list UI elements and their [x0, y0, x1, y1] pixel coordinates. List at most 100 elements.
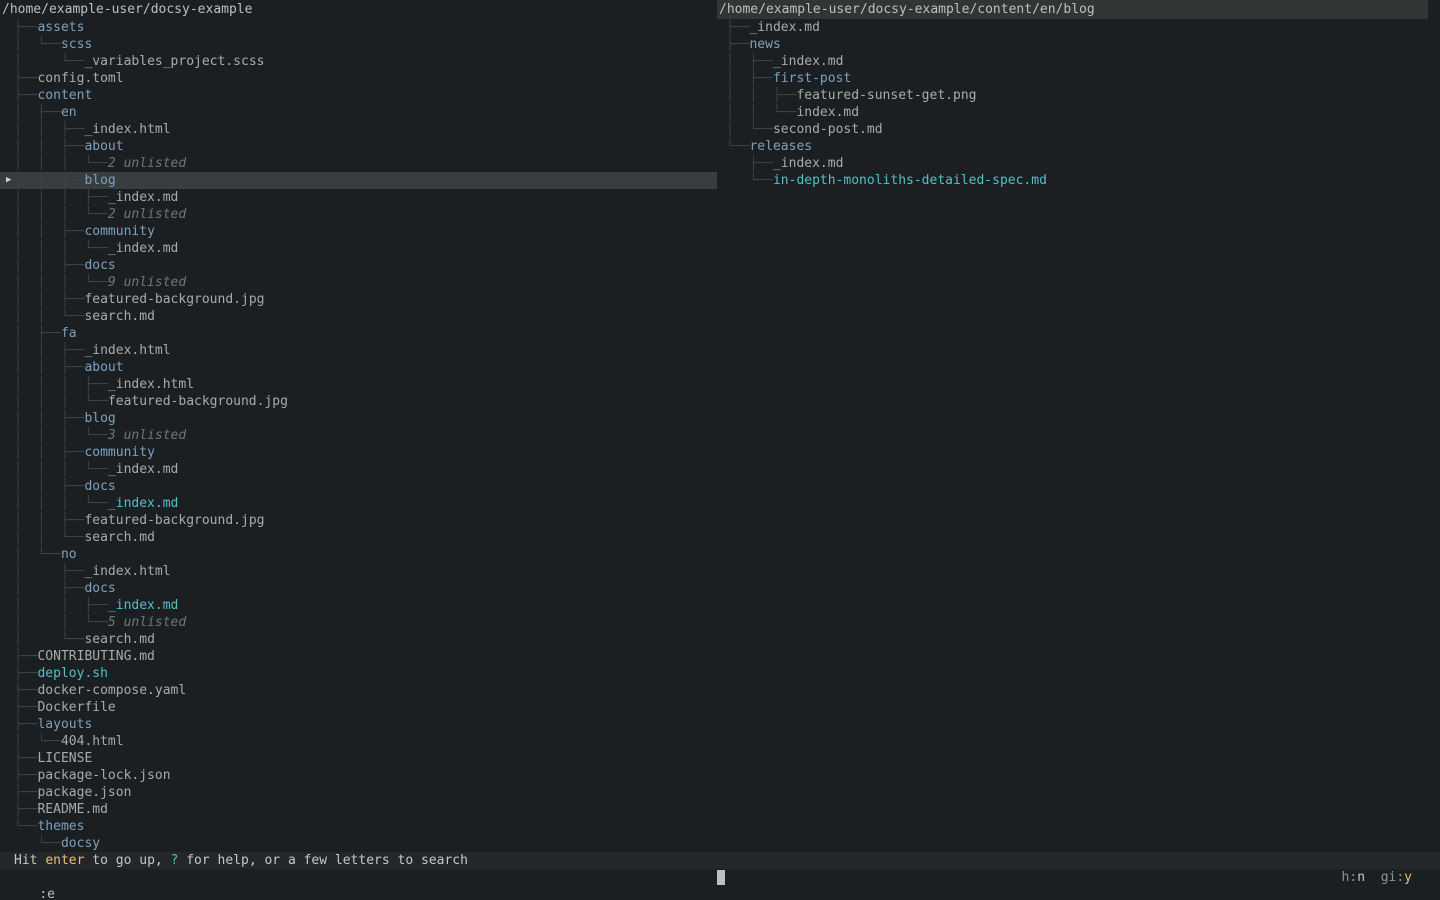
- tree-item-file[interactable]: │ └──search.md: [0, 631, 717, 648]
- tree-item-file[interactable]: │ └──_variables_project.scss: [0, 53, 717, 70]
- tree-item-directory[interactable]: │ │ ├──community: [0, 223, 717, 240]
- tree-branch-lines: ├──: [14, 649, 37, 664]
- command-input[interactable]: :e: [39, 887, 55, 900]
- tree-item-directory[interactable]: │ ├──en: [0, 104, 717, 121]
- tree-item-file[interactable]: │ ├──_index.md: [717, 53, 1440, 70]
- tree-branch-lines: │ │ ├──: [14, 343, 84, 358]
- entry-name: _index.md: [749, 20, 819, 35]
- tree-item-file[interactable]: ├──CONTRIBUTING.md: [0, 648, 717, 665]
- tree-item-directory[interactable]: │ ├──first-post: [717, 70, 1440, 87]
- tree-item-file[interactable]: │ │ │ └──_index.md: [0, 240, 717, 257]
- tree-item-file[interactable]: │ │ │ ├──_index.md: [0, 189, 717, 206]
- tree-item-directory[interactable]: │ │ ├──docs: [0, 478, 717, 495]
- tree-branch-lines: ├──: [14, 88, 37, 103]
- tree-item-directory[interactable]: │ │ ├──about: [0, 359, 717, 376]
- tree-item-file[interactable]: │ │ ├──featured-background.jpg: [0, 512, 717, 529]
- tree-item-directory[interactable]: │ │ ├──about: [0, 138, 717, 155]
- tree-item-file[interactable]: │ │ └──search.md: [0, 529, 717, 546]
- tree-item-file[interactable]: ├──README.md: [0, 801, 717, 818]
- tree-item-directory[interactable]: └──releases: [717, 138, 1440, 155]
- tree-item-file[interactable]: ├──package-lock.json: [0, 767, 717, 784]
- tree-item-file[interactable]: │ │ ├──featured-sunset-get.png: [717, 87, 1440, 104]
- entry-name: _index.md: [108, 190, 178, 205]
- tree-branch-lines: │ │ │ └──: [14, 156, 108, 171]
- tree-item-directory[interactable]: │ │ ├──community: [0, 444, 717, 461]
- tree-item-directory[interactable]: │ ├──docs: [0, 580, 717, 597]
- left-panel: /home/example-user/docsy-example ├──asse…: [0, 0, 717, 852]
- tree-item-directory[interactable]: │ │ ├──docs: [0, 257, 717, 274]
- entry-name: about: [84, 139, 123, 154]
- tree-branch-lines: ├──: [14, 683, 37, 698]
- tree-branch-lines: ├──: [726, 20, 749, 35]
- entry-name: _index.md: [108, 598, 178, 613]
- tree-branch-lines: │ └──: [14, 54, 84, 69]
- tree-item-file[interactable]: │ ├──_index.html: [0, 563, 717, 580]
- entry-name: _index.md: [108, 462, 178, 477]
- toggle-label-h: h:: [1342, 870, 1358, 885]
- tree-item-file[interactable]: ├──LICENSE: [0, 750, 717, 767]
- tree-item-file[interactable]: │ │ ├──featured-background.jpg: [0, 291, 717, 308]
- tree-item-directory[interactable]: ├──content: [0, 87, 717, 104]
- tree-item-file[interactable]: │ │ │ └──_index.md: [0, 495, 717, 512]
- tree-item-file[interactable]: │ │ │ └──_index.md: [0, 461, 717, 478]
- entry-name: themes: [37, 819, 84, 834]
- entry-name: about: [84, 360, 123, 375]
- tree-item-file[interactable]: │ │ ├──_index.md: [0, 597, 717, 614]
- tree-branch-lines: ├──: [726, 156, 773, 171]
- entry-name: first-post: [773, 71, 851, 86]
- tree-item-file[interactable]: ├──package.json: [0, 784, 717, 801]
- entry-name: CONTRIBUTING.md: [37, 649, 154, 664]
- tree-item-directory[interactable]: │ ├──fa: [0, 325, 717, 342]
- entry-name: scss: [61, 37, 92, 52]
- tree-item-file[interactable]: ├──docker-compose.yaml: [0, 682, 717, 699]
- tree-branch-lines: └──: [14, 819, 37, 834]
- tree-item-directory[interactable]: └──themes: [0, 818, 717, 835]
- entry-name: docsy: [61, 836, 100, 851]
- tree-item-file[interactable]: │ └──404.html: [0, 733, 717, 750]
- tree-item-unlisted-count: │ │ └──5 unlisted: [0, 614, 717, 631]
- tree-item-file[interactable]: ├──_index.md: [717, 155, 1440, 172]
- entry-name: 404.html: [61, 734, 124, 749]
- tree-branch-lines: │ │ ├──: [14, 360, 84, 375]
- entry-name: _index.html: [108, 377, 194, 392]
- entry-name: _index.md: [108, 496, 178, 511]
- tree-item-directory[interactable]: │ └──no: [0, 546, 717, 563]
- tree-item-file[interactable]: │ │ │ ├──_index.html: [0, 376, 717, 393]
- tree-item-directory[interactable]: └──docsy: [0, 835, 717, 852]
- tree-item-file[interactable]: │ │ ├──_index.html: [0, 342, 717, 359]
- status-bar: Hit enter to go up, ? for help, or a few…: [0, 852, 1440, 869]
- tree-branch-lines: │ │ │ ├──: [14, 190, 108, 205]
- tree-branch-lines: ├──: [14, 768, 37, 783]
- entry-name: second-post.md: [773, 122, 883, 137]
- tree-item-directory[interactable]: ├──layouts: [0, 716, 717, 733]
- tree-branch-lines: ├──: [14, 666, 37, 681]
- tree-branch-lines: │ │ ├──: [14, 479, 84, 494]
- tree-branch-lines: │ │ ├──: [14, 224, 84, 239]
- broot-window: /home/example-user/docsy-example ├──asse…: [0, 0, 1440, 900]
- tree-item-directory[interactable]: │ │ ├──blog: [0, 410, 717, 427]
- toggle-value-h: n: [1357, 870, 1365, 885]
- tree-branch-lines: │ │ ├──: [14, 258, 84, 273]
- tree-item-directory[interactable]: ├──news: [717, 36, 1440, 53]
- tree-item-directory[interactable]: ├──assets: [0, 19, 717, 36]
- tree-item-file[interactable]: │ │ │ └──featured-background.jpg: [0, 393, 717, 410]
- tree-item-file[interactable]: ├──config.toml: [0, 70, 717, 87]
- right-panel-path: /home/example-user/docsy-example/content…: [717, 0, 1428, 19]
- entry-name: blog: [84, 173, 115, 188]
- tree-item-file[interactable]: ├──_index.md: [717, 19, 1440, 36]
- tree-branch-lines: ├──: [14, 700, 37, 715]
- tree-branch-lines: │ │ ├──: [14, 122, 84, 137]
- tree-item-file[interactable]: ├──deploy.sh: [0, 665, 717, 682]
- entry-name: fa: [61, 326, 77, 341]
- tree-item-file[interactable]: │ └──second-post.md: [717, 121, 1440, 138]
- tree-item-directory[interactable]: │ └──scss: [0, 36, 717, 53]
- tree-branch-lines: │ │ ├──: [14, 411, 84, 426]
- tree-item-file[interactable]: ├──Dockerfile: [0, 699, 717, 716]
- tree-item-file[interactable]: │ │ └──search.md: [0, 308, 717, 325]
- tree-item-file[interactable]: │ │ ├──_index.html: [0, 121, 717, 138]
- tree-item-file[interactable]: │ │ └──index.md: [717, 104, 1440, 121]
- tree-item-file[interactable]: └──in-depth-monoliths-detailed-spec.md: [717, 172, 1440, 189]
- tree-item-directory[interactable]: ▶│ │ ├──blog: [0, 172, 717, 189]
- tree-branch-lines: │ │ │ ├──: [14, 377, 108, 392]
- tree-branch-lines: │ │ ├──: [14, 173, 84, 188]
